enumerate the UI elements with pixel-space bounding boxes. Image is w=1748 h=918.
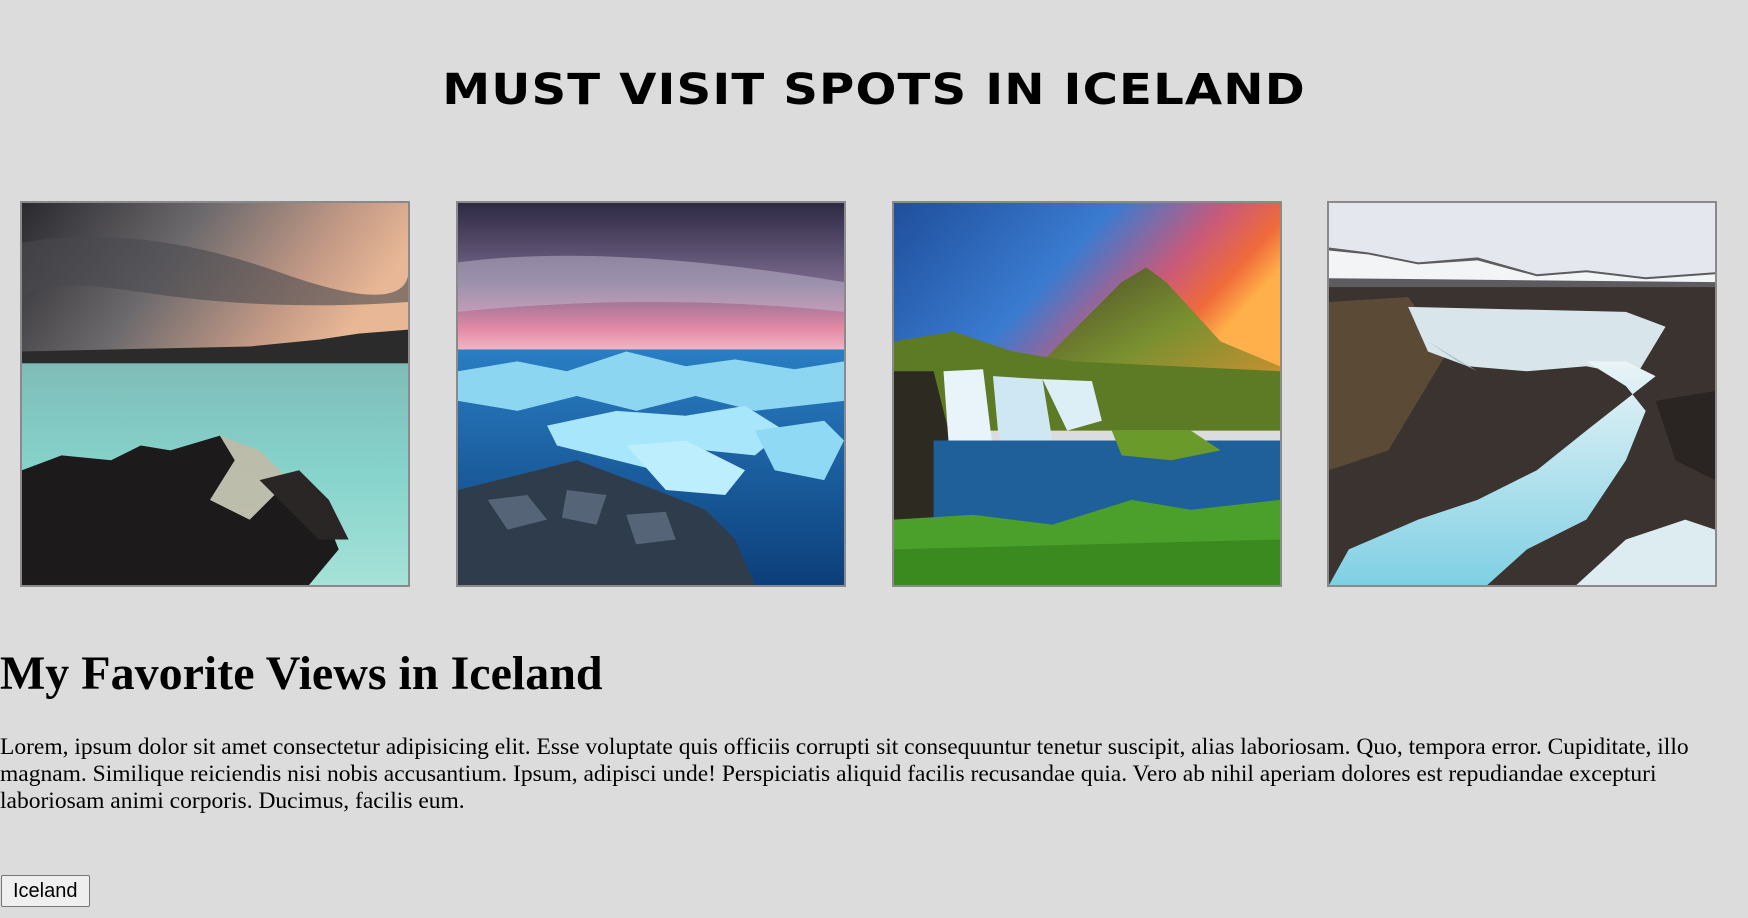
river-waterfall-photo	[1327, 201, 1717, 587]
section-heading: My Favorite Views in Iceland	[0, 647, 603, 700]
kirkjufell-waterfall-photo	[892, 201, 1282, 587]
page-title: Must Visit Spots In Iceland	[442, 65, 1306, 115]
body-paragraph: Lorem, ipsum dolor sit amet consectetur …	[0, 734, 1689, 814]
iceland-button[interactable]: Iceland	[1, 875, 90, 907]
glacier-lagoon-photo	[456, 201, 846, 587]
photo-gallery	[20, 201, 1720, 591]
blue-lagoon-photo	[20, 201, 410, 587]
